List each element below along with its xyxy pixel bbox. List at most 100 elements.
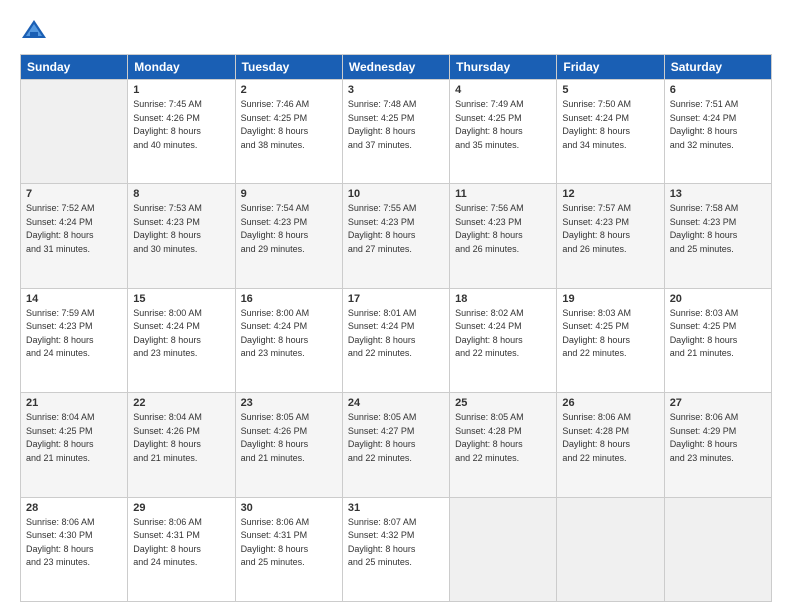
table-row	[450, 497, 557, 601]
table-row: 11 Sunrise: 7:56 AM Sunset: 4:23 PM Dayli…	[450, 184, 557, 288]
day-number: 16	[241, 293, 337, 305]
table-row: 3 Sunrise: 7:48 AM Sunset: 4:25 PM Daylig…	[342, 80, 449, 184]
table-row: 28Sunrise: 8:06 AM Sunset: 4:30 PM Dayli…	[21, 497, 128, 601]
day-info: Sunrise: 8:02 AM Sunset: 4:24 PM Dayligh…	[455, 307, 551, 361]
page: Sunday Monday Tuesday Wednesday Thursday…	[0, 0, 792, 612]
day-info: Sunrise: 7:59 AM Sunset: 4:23 PM Dayligh…	[26, 307, 122, 361]
col-wednesday: Wednesday	[342, 55, 449, 80]
table-row: 10 Sunrise: 7:55 AM Sunset: 4:23 PM Dayli…	[342, 184, 449, 288]
day-number: 3	[348, 84, 444, 96]
col-monday: Monday	[128, 55, 235, 80]
logo	[20, 16, 52, 44]
day-number: 13	[670, 188, 766, 200]
col-saturday: Saturday	[664, 55, 771, 80]
table-row	[664, 497, 771, 601]
day-number: 11	[455, 188, 551, 200]
day-number: 1	[133, 84, 229, 96]
day-info: Sunrise: 7:45 AM Sunset: 4:26 PM Dayligh…	[133, 98, 229, 152]
day-info: Sunrise: 7:57 AM Sunset: 4:23 PM Dayligh…	[562, 202, 658, 256]
table-row: 6Sunrise: 7:51 AM Sunset: 4:24 PM Daylig…	[664, 80, 771, 184]
table-row: 8 Sunrise: 7:53 AM Sunset: 4:23 PM Daylig…	[128, 184, 235, 288]
table-row: 17Sunrise: 8:01 AM Sunset: 4:24 PM Dayli…	[342, 288, 449, 392]
calendar-table: Sunday Monday Tuesday Wednesday Thursday…	[20, 54, 772, 602]
day-number: 22	[133, 397, 229, 409]
week-row-4: 28Sunrise: 8:06 AM Sunset: 4:30 PM Dayli…	[21, 497, 772, 601]
day-number: 31	[348, 502, 444, 514]
day-info: Sunrise: 7:56 AM Sunset: 4:23 PM Dayligh…	[455, 202, 551, 256]
week-row-0: 1 Sunrise: 7:45 AM Sunset: 4:26 PM Daylig…	[21, 80, 772, 184]
table-row: 18 Sunrise: 8:02 AM Sunset: 4:24 PM Dayli…	[450, 288, 557, 392]
day-info: Sunrise: 8:07 AM Sunset: 4:32 PM Dayligh…	[348, 516, 444, 570]
day-info: Sunrise: 7:48 AM Sunset: 4:25 PM Dayligh…	[348, 98, 444, 152]
day-info: Sunrise: 8:06 AM Sunset: 4:29 PM Dayligh…	[670, 411, 766, 465]
table-row: 22 Sunrise: 8:04 AM Sunset: 4:26 PM Dayli…	[128, 393, 235, 497]
day-number: 18	[455, 293, 551, 305]
table-row: 30 Sunrise: 8:06 AM Sunset: 4:31 PM Dayli…	[235, 497, 342, 601]
table-row: 5 Sunrise: 7:50 AM Sunset: 4:24 PM Daylig…	[557, 80, 664, 184]
table-row: 25 Sunrise: 8:05 AM Sunset: 4:28 PM Dayli…	[450, 393, 557, 497]
table-row: 24Sunrise: 8:05 AM Sunset: 4:27 PM Dayli…	[342, 393, 449, 497]
table-row: 12 Sunrise: 7:57 AM Sunset: 4:23 PM Dayli…	[557, 184, 664, 288]
table-row: 9 Sunrise: 7:54 AM Sunset: 4:23 PM Daylig…	[235, 184, 342, 288]
day-info: Sunrise: 7:54 AM Sunset: 4:23 PM Dayligh…	[241, 202, 337, 256]
table-row: 21 Sunrise: 8:04 AM Sunset: 4:25 PM Dayli…	[21, 393, 128, 497]
day-number: 26	[562, 397, 658, 409]
day-info: Sunrise: 8:00 AM Sunset: 4:24 PM Dayligh…	[241, 307, 337, 361]
day-number: 29	[133, 502, 229, 514]
week-row-1: 7 Sunrise: 7:52 AM Sunset: 4:24 PM Daylig…	[21, 184, 772, 288]
table-row: 27Sunrise: 8:06 AM Sunset: 4:29 PM Dayli…	[664, 393, 771, 497]
day-info: Sunrise: 8:04 AM Sunset: 4:26 PM Dayligh…	[133, 411, 229, 465]
header-row: Sunday Monday Tuesday Wednesday Thursday…	[21, 55, 772, 80]
day-number: 21	[26, 397, 122, 409]
day-number: 5	[562, 84, 658, 96]
day-number: 23	[241, 397, 337, 409]
table-row: 14 Sunrise: 7:59 AM Sunset: 4:23 PM Dayli…	[21, 288, 128, 392]
day-info: Sunrise: 8:05 AM Sunset: 4:28 PM Dayligh…	[455, 411, 551, 465]
day-info: Sunrise: 8:01 AM Sunset: 4:24 PM Dayligh…	[348, 307, 444, 361]
table-row: 4Sunrise: 7:49 AM Sunset: 4:25 PM Daylig…	[450, 80, 557, 184]
col-thursday: Thursday	[450, 55, 557, 80]
day-info: Sunrise: 7:50 AM Sunset: 4:24 PM Dayligh…	[562, 98, 658, 152]
day-info: Sunrise: 7:52 AM Sunset: 4:24 PM Dayligh…	[26, 202, 122, 256]
week-row-2: 14 Sunrise: 7:59 AM Sunset: 4:23 PM Dayli…	[21, 288, 772, 392]
day-info: Sunrise: 8:06 AM Sunset: 4:28 PM Dayligh…	[562, 411, 658, 465]
logo-icon	[20, 16, 48, 44]
table-row: 26 Sunrise: 8:06 AM Sunset: 4:28 PM Dayli…	[557, 393, 664, 497]
table-row: 19 Sunrise: 8:03 AM Sunset: 4:25 PM Dayli…	[557, 288, 664, 392]
day-info: Sunrise: 8:04 AM Sunset: 4:25 PM Dayligh…	[26, 411, 122, 465]
day-number: 28	[26, 502, 122, 514]
table-row: 20Sunrise: 8:03 AM Sunset: 4:25 PM Dayli…	[664, 288, 771, 392]
day-number: 14	[26, 293, 122, 305]
table-row: 15 Sunrise: 8:00 AM Sunset: 4:24 PM Dayli…	[128, 288, 235, 392]
day-info: Sunrise: 7:49 AM Sunset: 4:25 PM Dayligh…	[455, 98, 551, 152]
day-number: 9	[241, 188, 337, 200]
day-info: Sunrise: 8:06 AM Sunset: 4:31 PM Dayligh…	[133, 516, 229, 570]
col-friday: Friday	[557, 55, 664, 80]
day-number: 10	[348, 188, 444, 200]
day-info: Sunrise: 7:53 AM Sunset: 4:23 PM Dayligh…	[133, 202, 229, 256]
day-info: Sunrise: 7:55 AM Sunset: 4:23 PM Dayligh…	[348, 202, 444, 256]
day-number: 20	[670, 293, 766, 305]
table-row	[557, 497, 664, 601]
day-number: 25	[455, 397, 551, 409]
table-row: 31 Sunrise: 8:07 AM Sunset: 4:32 PM Dayli…	[342, 497, 449, 601]
day-info: Sunrise: 8:00 AM Sunset: 4:24 PM Dayligh…	[133, 307, 229, 361]
table-row	[21, 80, 128, 184]
day-number: 8	[133, 188, 229, 200]
day-number: 7	[26, 188, 122, 200]
day-info: Sunrise: 7:46 AM Sunset: 4:25 PM Dayligh…	[241, 98, 337, 152]
day-info: Sunrise: 8:03 AM Sunset: 4:25 PM Dayligh…	[562, 307, 658, 361]
col-sunday: Sunday	[21, 55, 128, 80]
day-info: Sunrise: 8:06 AM Sunset: 4:31 PM Dayligh…	[241, 516, 337, 570]
table-row: 7 Sunrise: 7:52 AM Sunset: 4:24 PM Daylig…	[21, 184, 128, 288]
table-row: 29 Sunrise: 8:06 AM Sunset: 4:31 PM Dayli…	[128, 497, 235, 601]
day-number: 19	[562, 293, 658, 305]
day-number: 15	[133, 293, 229, 305]
table-row: 1 Sunrise: 7:45 AM Sunset: 4:26 PM Daylig…	[128, 80, 235, 184]
day-info: Sunrise: 7:51 AM Sunset: 4:24 PM Dayligh…	[670, 98, 766, 152]
day-number: 30	[241, 502, 337, 514]
header	[20, 16, 772, 44]
col-tuesday: Tuesday	[235, 55, 342, 80]
day-number: 2	[241, 84, 337, 96]
day-number: 12	[562, 188, 658, 200]
